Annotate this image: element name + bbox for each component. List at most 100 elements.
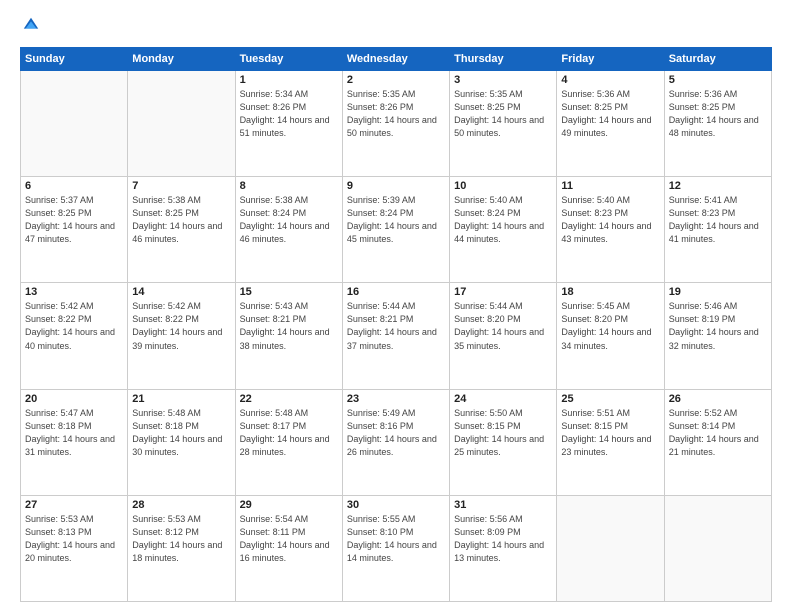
calendar-cell: 2 Sunrise: 5:35 AM Sunset: 8:26 PM Daylig… [342,71,449,177]
day-of-week-header: Wednesday [342,48,449,71]
day-info: Sunrise: 5:51 AM Sunset: 8:15 PM Dayligh… [561,407,659,459]
calendar-header-row: SundayMondayTuesdayWednesdayThursdayFrid… [21,48,772,71]
day-info: Sunrise: 5:42 AM Sunset: 8:22 PM Dayligh… [132,300,230,352]
day-info: Sunrise: 5:39 AM Sunset: 8:24 PM Dayligh… [347,194,445,246]
day-number: 10 [454,180,552,192]
calendar-cell: 26 Sunrise: 5:52 AM Sunset: 8:14 PM Dayli… [664,389,771,495]
day-number: 15 [240,286,338,298]
day-number: 9 [347,180,445,192]
day-number: 19 [669,286,767,298]
day-info: Sunrise: 5:42 AM Sunset: 8:22 PM Dayligh… [25,300,123,352]
day-number: 13 [25,286,123,298]
calendar-week-row: 20Sunrise: 5:47 AM Sunset: 8:18 PM Dayli… [21,389,772,495]
calendar-cell: 16 Sunrise: 5:44 AM Sunset: 8:21 PM Dayli… [342,283,449,389]
day-info: Sunrise: 5:55 AM Sunset: 8:10 PM Dayligh… [347,513,445,565]
day-info: Sunrise: 5:37 AM Sunset: 8:25 PM Dayligh… [25,194,123,246]
day-info: Sunrise: 5:34 AM Sunset: 8:26 PM Dayligh… [240,88,338,140]
calendar-cell [21,71,128,177]
logo [20,16,40,39]
day-number: 22 [240,393,338,405]
calendar-cell: 3 Sunrise: 5:35 AM Sunset: 8:25 PM Daylig… [450,71,557,177]
calendar-cell [664,495,771,601]
day-number: 25 [561,393,659,405]
day-number: 27 [25,499,123,511]
day-number: 3 [454,74,552,86]
calendar-cell: 28 Sunrise: 5:53 AM Sunset: 8:12 PM Dayli… [128,495,235,601]
day-number: 7 [132,180,230,192]
day-number: 5 [669,74,767,86]
day-info: Sunrise: 5:38 AM Sunset: 8:25 PM Dayligh… [132,194,230,246]
calendar-cell: 19 Sunrise: 5:46 AM Sunset: 8:19 PM Dayli… [664,283,771,389]
calendar-cell: 7 Sunrise: 5:38 AM Sunset: 8:25 PM Daylig… [128,177,235,283]
day-number: 12 [669,180,767,192]
calendar-week-row: 1 Sunrise: 5:34 AM Sunset: 8:26 PM Daylig… [21,71,772,177]
day-info: Sunrise: 5:50 AM Sunset: 8:15 PM Dayligh… [454,407,552,459]
calendar-cell: 23Sunrise: 5:49 AM Sunset: 8:16 PM Dayli… [342,389,449,495]
day-info: Sunrise: 5:56 AM Sunset: 8:09 PM Dayligh… [454,513,552,565]
day-info: Sunrise: 5:43 AM Sunset: 8:21 PM Dayligh… [240,300,338,352]
calendar-cell: 14 Sunrise: 5:42 AM Sunset: 8:22 PM Dayli… [128,283,235,389]
calendar-cell: 13 Sunrise: 5:42 AM Sunset: 8:22 PM Dayli… [21,283,128,389]
calendar-cell: 17Sunrise: 5:44 AM Sunset: 8:20 PM Dayli… [450,283,557,389]
day-info: Sunrise: 5:54 AM Sunset: 8:11 PM Dayligh… [240,513,338,565]
day-info: Sunrise: 5:53 AM Sunset: 8:13 PM Dayligh… [25,513,123,565]
day-info: Sunrise: 5:36 AM Sunset: 8:25 PM Dayligh… [669,88,767,140]
day-number: 1 [240,74,338,86]
day-info: Sunrise: 5:40 AM Sunset: 8:23 PM Dayligh… [561,194,659,246]
day-number: 30 [347,499,445,511]
calendar-week-row: 13 Sunrise: 5:42 AM Sunset: 8:22 PM Dayli… [21,283,772,389]
day-info: Sunrise: 5:48 AM Sunset: 8:17 PM Dayligh… [240,407,338,459]
day-info: Sunrise: 5:44 AM Sunset: 8:20 PM Dayligh… [454,300,552,352]
page: SundayMondayTuesdayWednesdayThursdayFrid… [0,0,792,612]
day-info: Sunrise: 5:38 AM Sunset: 8:24 PM Dayligh… [240,194,338,246]
day-number: 16 [347,286,445,298]
day-info: Sunrise: 5:48 AM Sunset: 8:18 PM Dayligh… [132,407,230,459]
calendar-cell: 22 Sunrise: 5:48 AM Sunset: 8:17 PM Dayli… [235,389,342,495]
calendar-cell: 9 Sunrise: 5:39 AM Sunset: 8:24 PM Daylig… [342,177,449,283]
day-info: Sunrise: 5:36 AM Sunset: 8:25 PM Dayligh… [561,88,659,140]
day-number: 4 [561,74,659,86]
day-info: Sunrise: 5:35 AM Sunset: 8:25 PM Dayligh… [454,88,552,140]
day-number: 29 [240,499,338,511]
day-info: Sunrise: 5:41 AM Sunset: 8:23 PM Dayligh… [669,194,767,246]
day-number: 14 [132,286,230,298]
calendar-cell: 15 Sunrise: 5:43 AM Sunset: 8:21 PM Dayli… [235,283,342,389]
calendar-cell: 4 Sunrise: 5:36 AM Sunset: 8:25 PM Daylig… [557,71,664,177]
day-number: 26 [669,393,767,405]
day-number: 6 [25,180,123,192]
day-number: 8 [240,180,338,192]
calendar-cell: 10 Sunrise: 5:40 AM Sunset: 8:24 PM Dayli… [450,177,557,283]
day-number: 28 [132,499,230,511]
calendar-cell: 24 Sunrise: 5:50 AM Sunset: 8:15 PM Dayli… [450,389,557,495]
day-of-week-header: Saturday [664,48,771,71]
day-number: 24 [454,393,552,405]
day-number: 2 [347,74,445,86]
day-info: Sunrise: 5:45 AM Sunset: 8:20 PM Dayligh… [561,300,659,352]
calendar-cell: 30 Sunrise: 5:55 AM Sunset: 8:10 PM Dayli… [342,495,449,601]
day-info: Sunrise: 5:46 AM Sunset: 8:19 PM Dayligh… [669,300,767,352]
calendar-cell: 18Sunrise: 5:45 AM Sunset: 8:20 PM Dayli… [557,283,664,389]
day-info: Sunrise: 5:53 AM Sunset: 8:12 PM Dayligh… [132,513,230,565]
calendar-cell: 20Sunrise: 5:47 AM Sunset: 8:18 PM Dayli… [21,389,128,495]
day-info: Sunrise: 5:40 AM Sunset: 8:24 PM Dayligh… [454,194,552,246]
calendar-week-row: 27 Sunrise: 5:53 AM Sunset: 8:13 PM Dayli… [21,495,772,601]
header [20,16,772,39]
calendar-cell: 8 Sunrise: 5:38 AM Sunset: 8:24 PM Daylig… [235,177,342,283]
day-number: 21 [132,393,230,405]
day-info: Sunrise: 5:49 AM Sunset: 8:16 PM Dayligh… [347,407,445,459]
calendar-cell: 25 Sunrise: 5:51 AM Sunset: 8:15 PM Dayli… [557,389,664,495]
day-number: 20 [25,393,123,405]
calendar-cell: 11Sunrise: 5:40 AM Sunset: 8:23 PM Dayli… [557,177,664,283]
logo-icon [22,16,40,34]
day-info: Sunrise: 5:35 AM Sunset: 8:26 PM Dayligh… [347,88,445,140]
day-of-week-header: Monday [128,48,235,71]
day-of-week-header: Tuesday [235,48,342,71]
day-info: Sunrise: 5:44 AM Sunset: 8:21 PM Dayligh… [347,300,445,352]
calendar-cell [128,71,235,177]
calendar-cell [557,495,664,601]
day-number: 31 [454,499,552,511]
calendar-cell: 5 Sunrise: 5:36 AM Sunset: 8:25 PM Daylig… [664,71,771,177]
calendar-cell: 6 Sunrise: 5:37 AM Sunset: 8:25 PM Daylig… [21,177,128,283]
day-of-week-header: Sunday [21,48,128,71]
day-info: Sunrise: 5:52 AM Sunset: 8:14 PM Dayligh… [669,407,767,459]
